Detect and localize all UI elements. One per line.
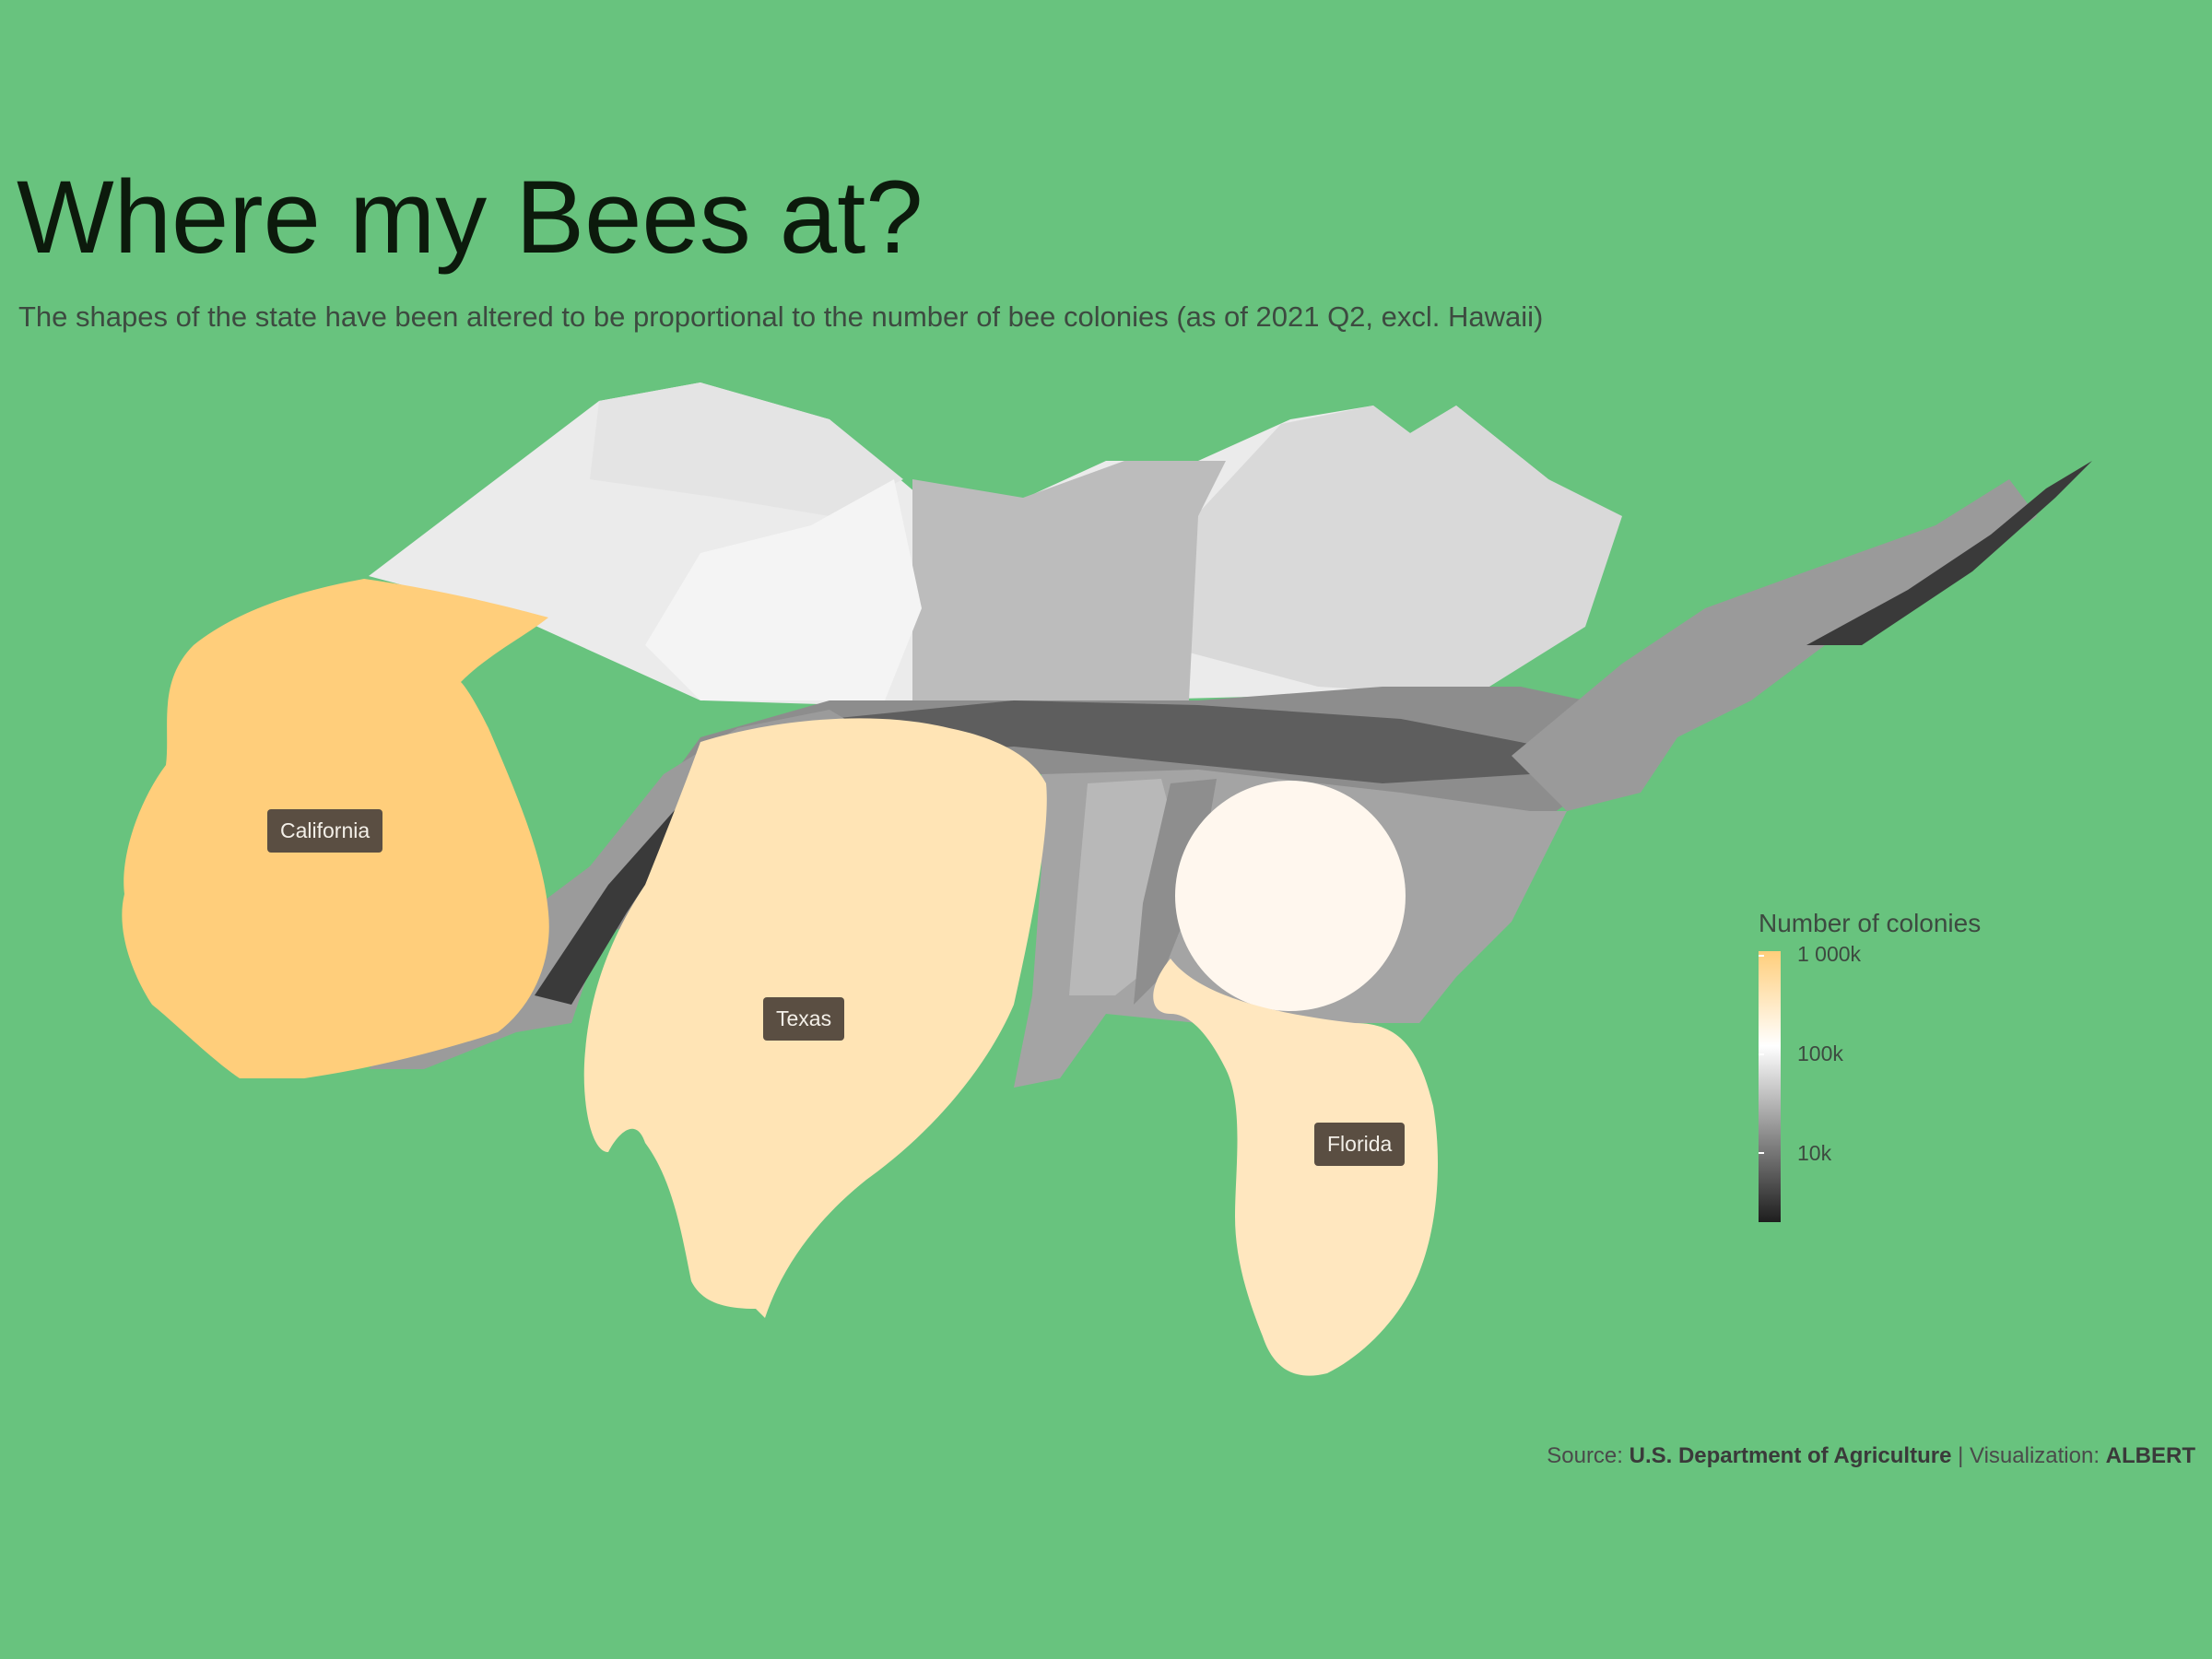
source-prefix: Source:	[1547, 1443, 1630, 1468]
california-label: California	[267, 809, 383, 853]
legend-title: Number of colonies	[1759, 909, 1982, 937]
legend-tick-1000k: 1 000k	[1797, 942, 1862, 966]
colony-legend: Number of colonies 1 000k 100k 10k	[1759, 909, 1982, 1222]
mid-plains-region	[912, 461, 1226, 710]
viz-separator: | Visualization:	[1951, 1443, 2106, 1468]
georgia-region	[1175, 781, 1406, 1011]
legend-tickmark	[1759, 955, 1764, 957]
legend-tick-100k: 100k	[1797, 1041, 1843, 1065]
source-name: U.S. Department of Agriculture	[1629, 1443, 1952, 1468]
legend-tickmark	[1759, 1152, 1764, 1154]
source-caption: Source: U.S. Department of Agriculture |…	[1547, 1443, 2195, 1469]
legend-tick-10k: 10k	[1797, 1141, 1832, 1165]
legend-colorbar	[1759, 951, 1781, 1222]
texas-label: Texas	[763, 997, 845, 1041]
legend-tickmark	[1759, 1053, 1764, 1055]
author-name: ALBERT	[2105, 1443, 2195, 1468]
florida-label: Florida	[1314, 1123, 1406, 1166]
